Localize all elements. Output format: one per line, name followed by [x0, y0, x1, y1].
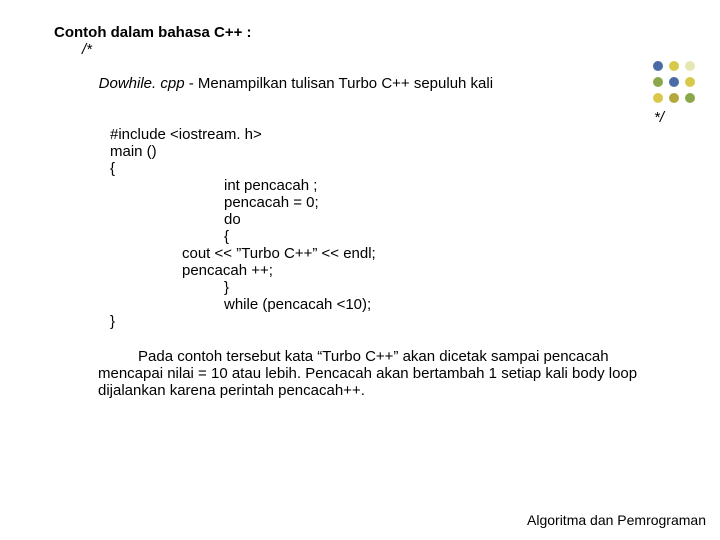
comment-desc: - Menampilkan tulisan Turbo C++ sepuluh … [185, 75, 494, 92]
code-assign: pencacah = 0; [54, 194, 702, 211]
code-include: #include <iostream. h> [54, 126, 702, 143]
code-main: main () [54, 143, 702, 160]
comment-open: /* [54, 41, 702, 58]
code-cout: cout << ”Turbo C++” << endl; [54, 245, 702, 262]
title-prefix: Contoh dalam bahasa [54, 24, 214, 41]
code-do-close: } [54, 279, 702, 296]
title-lang: C++ [214, 24, 242, 41]
code-while: while (pencacah <10); [54, 296, 702, 313]
comment-close: */ [54, 109, 702, 126]
slide-content: Contoh dalam bahasa C++ : /* Dowhile. cp… [54, 24, 702, 399]
title-suffix: : [242, 24, 251, 41]
example-title: Contoh dalam bahasa C++ : [54, 24, 702, 41]
explanation-text: Pada contoh tersebut kata “Turbo C++” ak… [98, 348, 658, 399]
explanation-block: Pada contoh tersebut kata “Turbo C++” ak… [54, 348, 702, 399]
code-incr: pencacah ++; [54, 262, 702, 279]
code-brace-close: } [54, 313, 702, 330]
code-do: do [54, 211, 702, 228]
comment-filename: Dowhile. cpp [99, 75, 185, 92]
comment-line: Dowhile. cpp - Menampilkan tulisan Turbo… [54, 58, 702, 109]
code-brace-open: { [54, 160, 702, 177]
code-do-brace: { [54, 228, 702, 245]
code-decl: int pencacah ; [54, 177, 702, 194]
footer-text: Algoritma dan Pemrograman [527, 512, 706, 528]
